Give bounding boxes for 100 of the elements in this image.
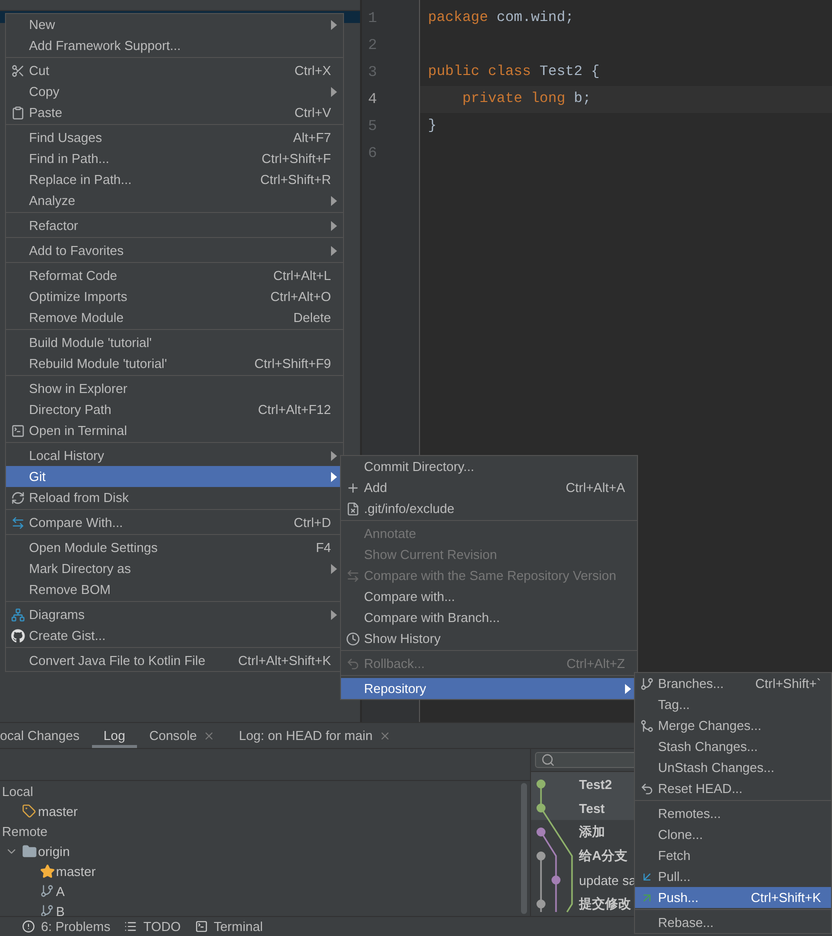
menu-item[interactable]: Add to Favorites (6, 240, 343, 261)
terminal-icon (194, 920, 208, 933)
shortcut-text: Ctrl+V (294, 105, 331, 120)
menu-item[interactable]: Rebase... (635, 912, 831, 933)
submenu-arrow-icon (331, 196, 337, 206)
panel-tab[interactable]: Log: on HEAD for main (226, 723, 403, 748)
menu-item[interactable]: Commit Directory... (341, 456, 637, 477)
panel-tab[interactable]: Console (137, 723, 227, 748)
menu-item[interactable]: Replace in Path... Ctrl+Shift+R (6, 169, 343, 190)
menu-item[interactable]: .git/info/exclude (341, 498, 637, 519)
menu-item[interactable]: Cut Ctrl+X (6, 60, 343, 81)
plus-icon (346, 480, 360, 494)
submenu-arrow-icon (331, 220, 337, 230)
menu-item[interactable]: Optimize Imports Ctrl+Alt+O (6, 286, 343, 307)
compare-icon (10, 516, 24, 530)
submenu-arrow-icon (331, 86, 337, 96)
menu-item[interactable]: Reformat Code Ctrl+Alt+L (6, 265, 343, 286)
menu-item[interactable]: Rebuild Module 'tutorial' Ctrl+Shift+F9 (6, 353, 343, 374)
menu-item[interactable]: Analyze (6, 190, 343, 211)
menu-item[interactable]: Copy (6, 81, 343, 102)
status-bar-button[interactable]: 6: Problems (41, 919, 110, 934)
commit-message[interactable]: Test (579, 800, 605, 816)
menu-item[interactable]: Compare with... (341, 586, 637, 607)
code-line: } (428, 118, 437, 134)
submenu-arrow-icon (331, 246, 337, 256)
menu-item[interactable]: Find Usages Alt+F7 (6, 127, 343, 148)
menu-item[interactable]: Show History (341, 628, 637, 649)
menu-item[interactable]: Fetch (635, 845, 831, 866)
menu-item[interactable]: Add Ctrl+Alt+A (341, 477, 637, 498)
menu-item[interactable]: Compare With... Ctrl+D (6, 512, 343, 533)
menu-item[interactable]: Remove Module Delete (6, 307, 343, 328)
shortcut-text: Ctrl+Shift+K (750, 890, 821, 905)
tree-item[interactable]: A (56, 884, 65, 898)
tree-group-label[interactable]: Local (2, 784, 34, 798)
menu-item[interactable]: Convert Java File to Kotlin File Ctrl+Alt+Shift+K (6, 650, 343, 671)
submenu-arrow-icon (331, 20, 337, 30)
menu-item[interactable]: Show in Explorer (6, 378, 343, 399)
scrollbar-thumb[interactable] (521, 783, 527, 914)
close-icon[interactable] (202, 730, 215, 742)
tree-item[interactable]: origin (38, 844, 70, 858)
commit-message[interactable]: Test2 (579, 776, 612, 792)
folder-icon (22, 844, 36, 858)
shortcut-text: Ctrl+D (292, 515, 331, 530)
branch-icon (40, 904, 54, 918)
menu-item[interactable]: Repository (341, 678, 637, 699)
menu-item[interactable]: UnStash Changes... (635, 757, 831, 778)
search-icon (541, 753, 555, 767)
menu-item[interactable]: Clone... (635, 824, 831, 845)
menu-item[interactable]: Stash Changes... (635, 736, 831, 757)
menu-item[interactable]: Open Module Settings F4 (6, 537, 343, 558)
shortcut-text: Ctrl+Alt+Shift+K (237, 653, 331, 668)
menu-item[interactable]: Remotes... (635, 803, 831, 824)
shortcut-text: Ctrl+X (294, 63, 331, 78)
shortcut-text: F4 (314, 540, 331, 555)
menu-item[interactable]: Compare with Branch... (341, 607, 637, 628)
menu-item[interactable]: Open in Terminal (6, 420, 343, 441)
shortcut-text: Ctrl+Shift+R (259, 172, 331, 187)
problems-icon (22, 920, 35, 933)
menu-item[interactable]: Paste Ctrl+V (6, 102, 343, 123)
code-line: public class Test2 { (428, 64, 600, 80)
shortcut-text: Ctrl+Alt+Z (565, 656, 625, 671)
panel-tab[interactable]: Log (92, 723, 138, 748)
shortcut-text: Ctrl+Shift+F (260, 151, 331, 166)
menu-item[interactable]: New (6, 14, 343, 35)
tree-item[interactable]: master (38, 804, 78, 818)
panel-tab[interactable]: ocal Changes (0, 723, 92, 748)
reload-icon (10, 490, 24, 504)
menu-item[interactable]: Git (6, 466, 343, 487)
clipboard-icon (10, 106, 24, 120)
menu-item[interactable]: Build Module 'tutorial' (6, 332, 343, 353)
menu-item[interactable]: Refactor (6, 215, 343, 236)
menu-item[interactable]: Remove BOM (6, 579, 343, 600)
undo-icon (640, 782, 654, 796)
menu-item[interactable]: Pull... (635, 866, 831, 887)
menu-item[interactable]: Branches... Ctrl+Shift+` (635, 673, 831, 694)
menu-item[interactable]: Merge Changes... (635, 715, 831, 736)
tree-item[interactable]: master (56, 864, 96, 878)
shortcut-text: Ctrl+Alt+L (272, 268, 331, 283)
menu-item[interactable]: Reload from Disk (6, 487, 343, 508)
code-line: private long b; (461, 91, 592, 107)
shortcut-text: Ctrl+Alt+O (269, 289, 331, 304)
menu-item[interactable]: Reset HEAD... (635, 778, 831, 799)
menu-item[interactable]: Tag... (635, 694, 831, 715)
menu-item[interactable]: Push... Ctrl+Shift+K (635, 887, 831, 908)
menu-item[interactable]: Directory Path Ctrl+Alt+F12 (6, 399, 343, 420)
close-icon[interactable] (378, 730, 391, 742)
status-bar-button[interactable]: TODO (143, 919, 181, 934)
shortcut-text: Ctrl+Shift+` (754, 676, 821, 691)
menu-item[interactable]: Create Gist... (6, 625, 343, 646)
tag-icon (22, 804, 36, 818)
tree-group-label[interactable]: Remote (2, 824, 48, 838)
tree-item[interactable]: B (56, 904, 65, 918)
list-icon (124, 920, 138, 933)
branch-icon (40, 884, 54, 898)
menu-item[interactable]: Add Framework Support... (6, 35, 343, 56)
terminal-icon (10, 424, 24, 438)
menu-item[interactable]: Find in Path... Ctrl+Shift+F (6, 148, 343, 169)
merge-icon (640, 718, 654, 732)
scissors-icon (10, 64, 24, 78)
status-bar-button[interactable]: Terminal (214, 919, 263, 934)
